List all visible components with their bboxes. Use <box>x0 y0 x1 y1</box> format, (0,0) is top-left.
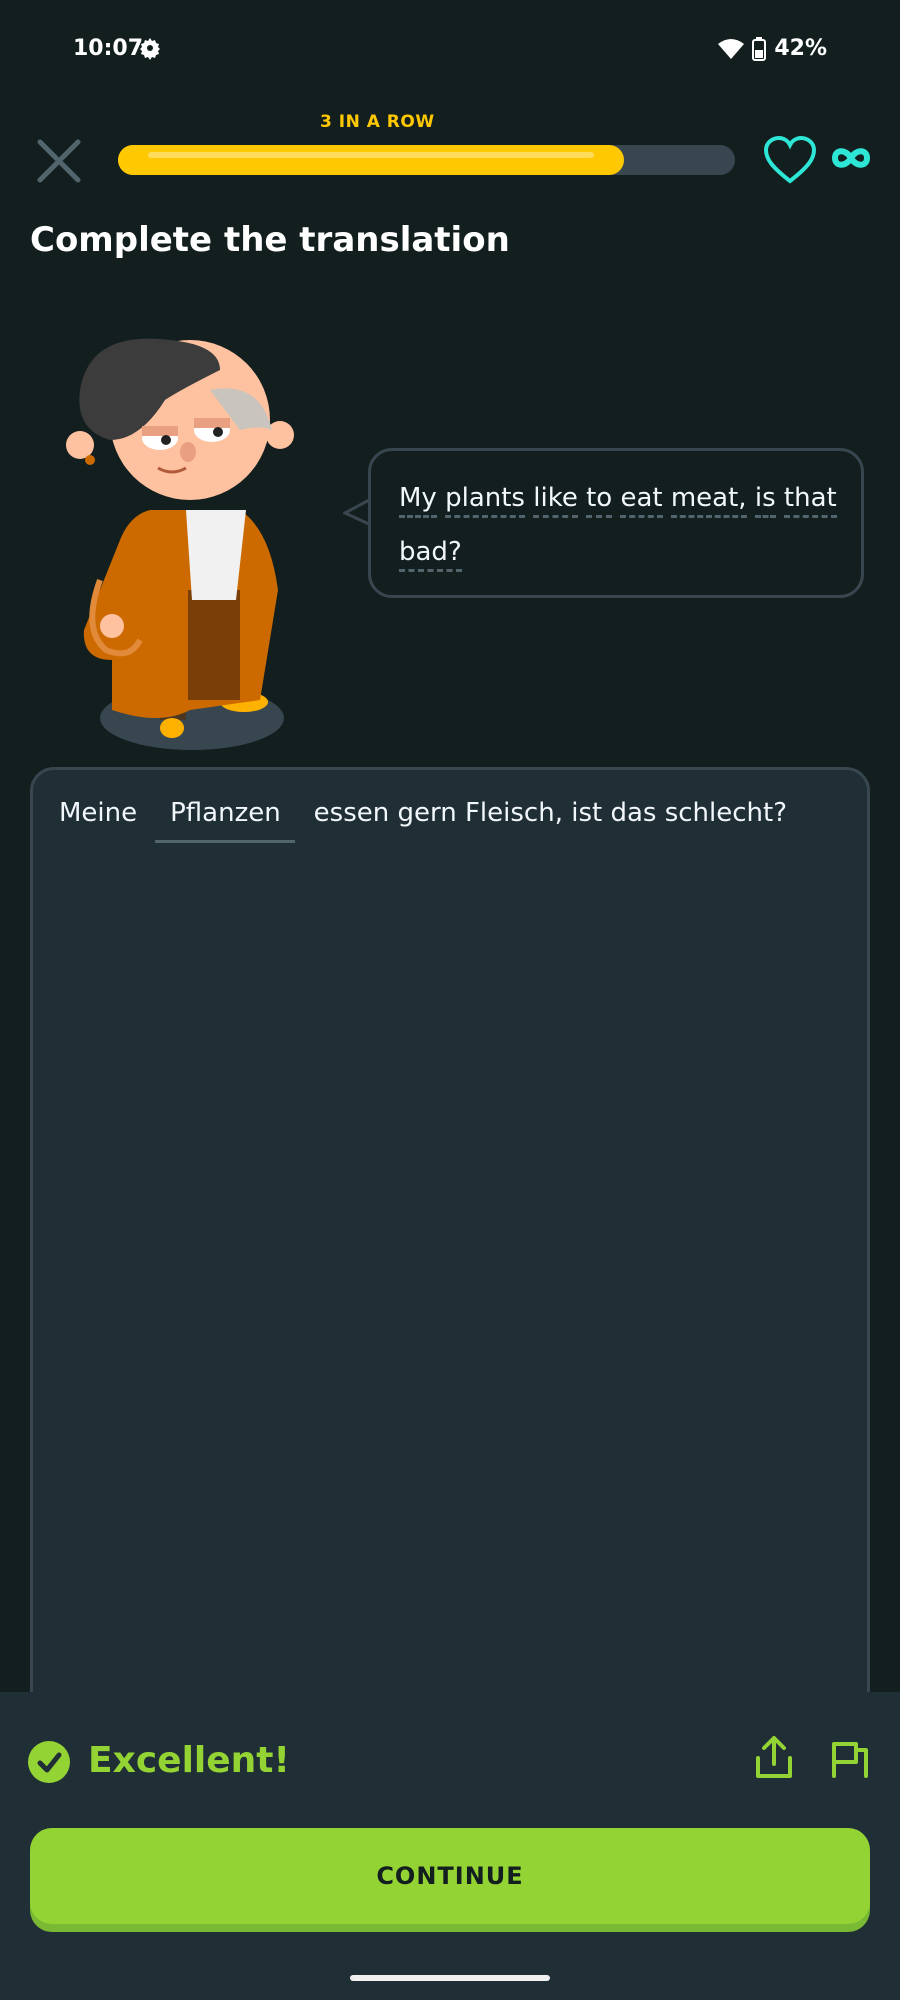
infinity-icon <box>831 148 871 168</box>
battery-icon <box>752 36 767 61</box>
report-flag-icon[interactable] <box>826 1736 872 1782</box>
heart-icon[interactable] <box>762 135 818 185</box>
streak-label: 3 IN A ROW <box>320 112 435 132</box>
feedback-title: Excellent! <box>88 1740 290 1781</box>
answer-sentence: Meine Pflanzen essen gern Fleisch, ist d… <box>59 798 787 843</box>
answer-blank-input[interactable]: Pflanzen <box>155 798 296 843</box>
answer-area: Meine Pflanzen essen gern Fleisch, ist d… <box>30 767 870 1767</box>
bubble-word[interactable]: is <box>754 483 776 518</box>
bubble-sentence: My plants like to eat meat, is that bad? <box>399 471 841 579</box>
check-icon <box>28 1741 70 1783</box>
status-time: 10:07 <box>73 36 144 61</box>
lesson-progress-bar <box>118 145 735 175</box>
answer-suffix: essen gern Fleisch, ist das schlecht? <box>313 798 788 828</box>
progress-shine <box>148 152 594 158</box>
bubble-word[interactable]: bad? <box>399 537 462 572</box>
bubble-word[interactable]: meat, <box>670 483 747 518</box>
bubble-word[interactable]: My <box>399 483 437 518</box>
answer-prefix: Meine <box>59 798 138 828</box>
bubble-word[interactable]: plants <box>445 483 525 518</box>
close-icon[interactable] <box>34 136 84 186</box>
bubble-word[interactable]: to <box>586 483 613 518</box>
bubble-word[interactable]: like <box>533 483 578 518</box>
page-title: Complete the translation <box>30 220 510 260</box>
bubble-word[interactable]: eat <box>620 483 663 518</box>
home-indicator[interactable] <box>350 1975 550 1981</box>
wifi-icon <box>718 38 745 59</box>
speech-bubble: My plants like to eat meat, is that bad? <box>368 448 864 598</box>
lesson-progress-fill <box>118 145 624 175</box>
infinite-hearts <box>830 142 872 174</box>
battery-percent: 42% <box>774 36 827 61</box>
character-illustration <box>66 338 294 750</box>
status-right: 42% <box>718 36 827 61</box>
settings-notification-icon <box>140 38 160 60</box>
continue-button[interactable]: CONTINUE <box>30 1828 870 1924</box>
bubble-word[interactable]: that <box>783 483 837 518</box>
share-icon[interactable] <box>752 1734 796 1782</box>
